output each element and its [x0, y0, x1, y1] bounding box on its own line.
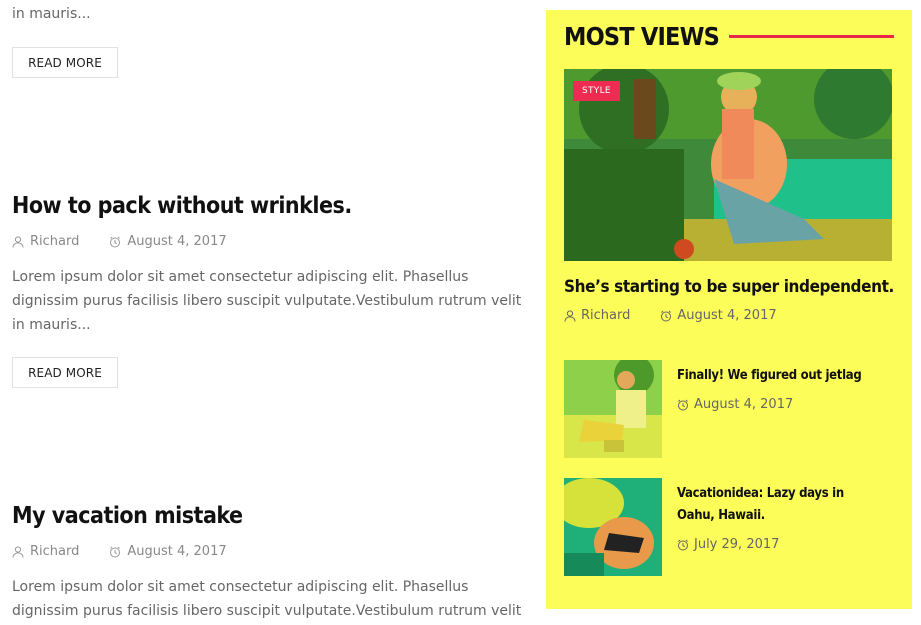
post-title[interactable]: How to pack without wrinkles.: [12, 193, 352, 219]
title-divider: [729, 34, 894, 38]
post-date: July 29, 2017: [677, 537, 779, 552]
featured-title[interactable]: She’s starting to be super independent.: [564, 277, 894, 297]
clock-icon: [661, 310, 672, 321]
widget-title: MOST VIEWS: [564, 21, 720, 51]
read-more-button[interactable]: READ MORE: [12, 357, 118, 388]
post-date: August 4, 2017: [660, 308, 777, 323]
post-meta: Richard August 4, 2017: [12, 234, 227, 249]
most-views-widget: MOST VIEWS STYLE She’s starting to be su…: [546, 10, 912, 609]
category-tag[interactable]: STYLE: [573, 81, 620, 101]
user-icon: [564, 309, 576, 322]
post-author[interactable]: Richard: [12, 234, 79, 249]
featured-meta: Richard August 4, 2017: [564, 308, 777, 323]
post-author[interactable]: Richard: [12, 544, 79, 559]
post-excerpt: Lorem ipsum dolor sit amet consectetur a…: [12, 269, 522, 333]
post-date: August 4, 2017: [109, 544, 227, 559]
post-title[interactable]: My vacation mistake: [12, 503, 243, 529]
post-meta: Richard August 4, 2017: [12, 544, 227, 559]
read-more-button[interactable]: READ MORE: [12, 47, 118, 78]
post-thumbnail[interactable]: [564, 478, 662, 576]
post-excerpt: Lorem ipsum dolor sit amet consectetur a…: [12, 579, 522, 619]
thumbnail-photo: [564, 478, 662, 576]
clock-icon: [678, 399, 688, 410]
post-thumbnail[interactable]: [564, 360, 662, 458]
post-date: August 4, 2017: [677, 397, 793, 412]
post-date: August 4, 2017: [109, 234, 227, 249]
clock-icon: [110, 236, 121, 247]
post-excerpt: in mauris...: [12, 6, 91, 22]
thumbnail-photo: [564, 360, 662, 458]
clock-icon: [110, 546, 121, 557]
clock-icon: [678, 539, 688, 550]
featured-image[interactable]: STYLE: [564, 69, 892, 261]
post-author[interactable]: Richard: [564, 308, 630, 323]
user-icon: [12, 545, 24, 558]
user-icon: [12, 235, 24, 248]
widget-header: MOST VIEWS: [564, 16, 894, 56]
post-title[interactable]: Finally! We figured out jetlag: [677, 365, 877, 387]
post-title[interactable]: Vacationidea: Lazy days in Oahu, Hawaii.: [677, 483, 877, 527]
